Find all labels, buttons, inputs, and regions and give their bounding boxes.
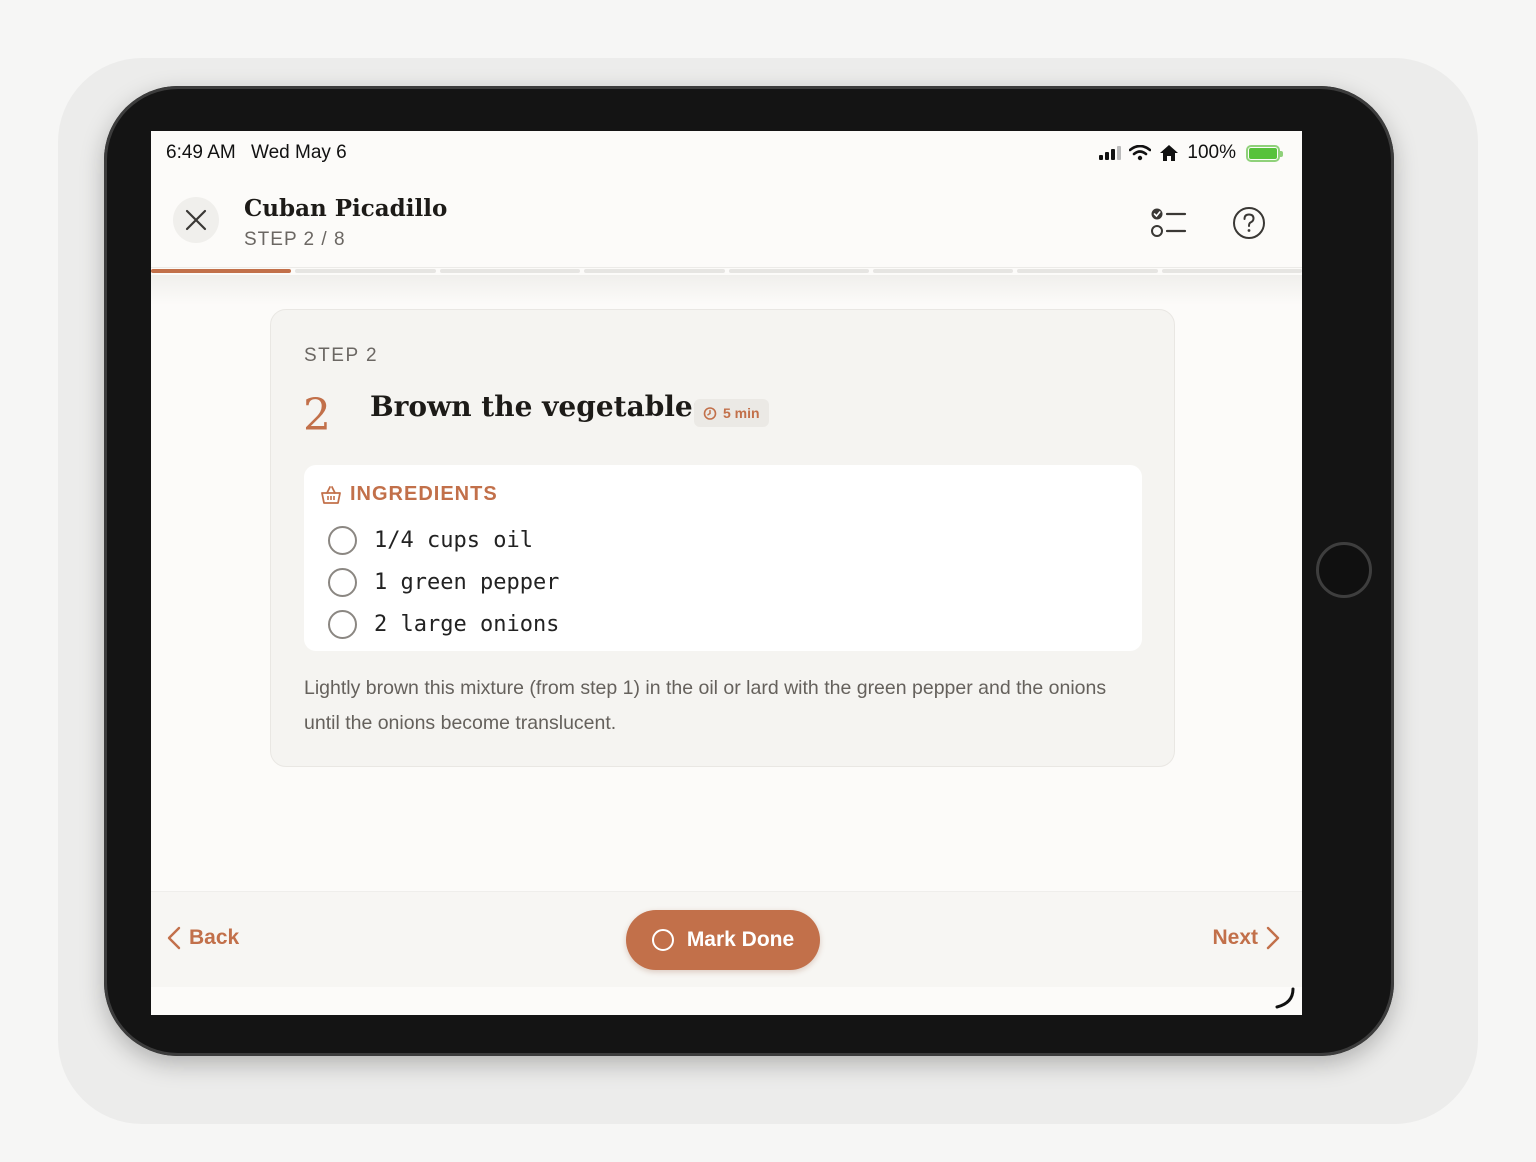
timer-icon: [703, 407, 717, 420]
ingredient-text: 1 green pepper: [374, 569, 560, 595]
screen: 6:49 AM Wed May 6 100% Cuban Picadillo S…: [151, 131, 1302, 1015]
ingredients-label: INGREDIENTS: [350, 483, 498, 505]
progress-shadow: [151, 275, 1302, 305]
ingredient-checkbox[interactable]: [328, 567, 357, 597]
ingredients-panel: INGREDIENTS 1/4 cups oil 1 green pepper …: [304, 465, 1142, 651]
signal-icon: [1099, 146, 1122, 160]
status-bar: 6:49 AM Wed May 6 100%: [151, 131, 1302, 175]
mark-done-label: Mark Done: [686, 928, 795, 951]
step-footer: Back Mark Done Next: [151, 891, 1302, 987]
step-kicker: STEP 2: [304, 345, 379, 366]
loading-spinner-icon: [1275, 987, 1295, 1009]
checklist-icon[interactable]: [1149, 203, 1189, 243]
progress-segment: [1017, 269, 1158, 273]
ingredient-item[interactable]: 1 green pepper: [328, 561, 559, 603]
ingredients-list: 1/4 cups oil 1 green pepper 2 large onio…: [328, 519, 559, 645]
status-right: 100%: [1099, 142, 1283, 164]
ingredient-item[interactable]: 2 large onions: [328, 603, 559, 645]
ingredients-header: INGREDIENTS: [321, 483, 498, 506]
ingredient-text: 1/4 cups oil: [374, 527, 533, 553]
progress-segment: [872, 269, 1014, 273]
help-icon[interactable]: [1231, 205, 1267, 241]
recipe-header: Cuban Picadillo STEP 2 / 8: [151, 175, 1302, 268]
home-button[interactable]: [1316, 542, 1372, 598]
ingredient-text: 2 large onions: [374, 611, 560, 637]
ingredient-item[interactable]: 1/4 cups oil: [328, 519, 559, 561]
progress-segment: [1161, 269, 1302, 273]
home-icon: [1160, 145, 1179, 161]
ingredient-checkbox[interactable]: [328, 525, 357, 555]
chevron-left-icon: [167, 926, 181, 950]
status-time: 6:49 AM: [166, 142, 236, 163]
step-title: Brown the vegetables: [370, 390, 709, 423]
progress-segment: [584, 269, 725, 273]
back-label: Back: [189, 926, 240, 949]
status-left: 6:49 AM Wed May 6: [166, 142, 357, 164]
step-card: STEP 2 2 Brown the vegetables 5 min INGR…: [270, 309, 1175, 767]
step-counter: STEP 2 / 8: [244, 229, 346, 250]
progress-segment: [439, 269, 581, 273]
battery-percent: 100%: [1187, 142, 1236, 163]
wifi-icon: [1129, 145, 1152, 161]
step-number: 2: [303, 390, 331, 441]
next-label: Next: [1212, 926, 1258, 949]
status-date: Wed May 6: [251, 142, 347, 163]
battery-charging-icon: [1246, 144, 1283, 162]
circle-icon: [651, 929, 674, 951]
progress-segment: [295, 269, 436, 273]
recipe-title: Cuban Picadillo: [244, 195, 448, 222]
ingredient-checkbox[interactable]: [328, 609, 357, 639]
progress-segment: [151, 269, 292, 273]
close-button[interactable]: [173, 197, 219, 243]
chevron-right-icon: [1266, 926, 1280, 950]
mark-done-button[interactable]: Mark Done: [626, 910, 820, 970]
back-button[interactable]: Back: [167, 926, 239, 950]
progress-segment: [728, 269, 869, 273]
close-icon: [185, 209, 207, 231]
time-badge: 5 min: [694, 399, 769, 427]
step-description: Lightly brown this mixture (from step 1)…: [304, 677, 1107, 734]
basket-icon: [321, 485, 341, 504]
next-button[interactable]: Next: [1212, 926, 1280, 950]
time-label: 5 min: [723, 405, 760, 421]
